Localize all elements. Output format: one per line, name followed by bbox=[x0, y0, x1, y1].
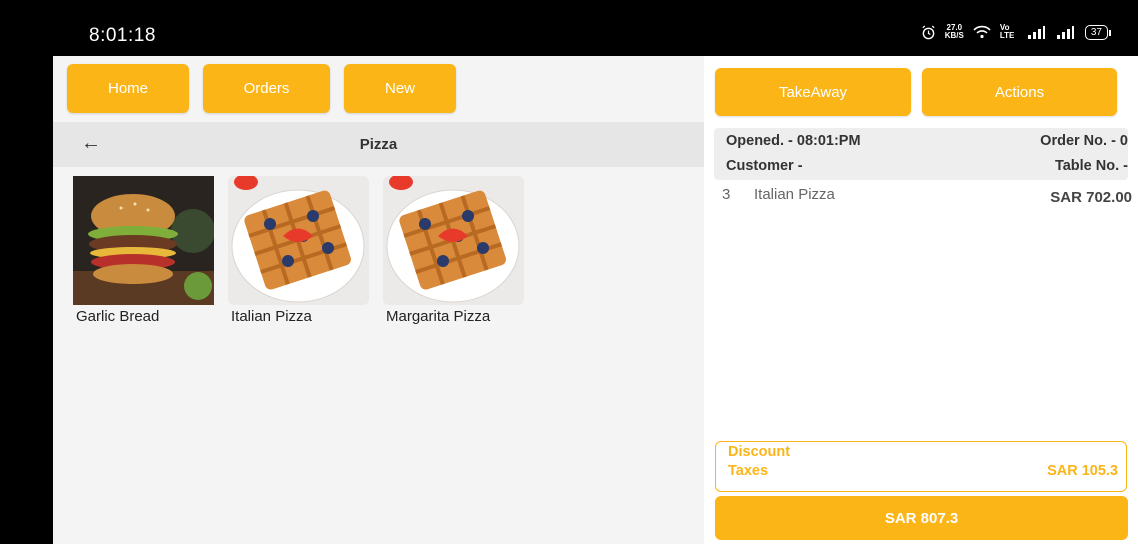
taxes-label: Taxes bbox=[728, 463, 769, 479]
burger-image bbox=[73, 176, 214, 305]
volte-indicator: Vo LTE bbox=[999, 23, 1015, 40]
waffle-image bbox=[383, 176, 524, 305]
status-time: 8:01:18 bbox=[89, 25, 156, 46]
total-pay-button[interactable]: SAR 807.3 bbox=[715, 496, 1128, 540]
item-quantity: 3 bbox=[722, 186, 731, 203]
item-name: Italian Pizza bbox=[754, 186, 835, 203]
alarm-icon bbox=[922, 25, 935, 39]
order-panel: TakeAway Actions Opened. - 08:01:PM Orde… bbox=[704, 56, 1138, 544]
home-button[interactable]: Home bbox=[67, 64, 189, 113]
waffle-image bbox=[228, 176, 369, 305]
battery-icon: 37 bbox=[1084, 24, 1112, 40]
pos-app: Home Orders New ← Pizza Garlic Bread Ita… bbox=[53, 56, 1138, 544]
category-header: ← Pizza bbox=[53, 122, 704, 167]
discount-label: Discount bbox=[728, 444, 791, 460]
wifi-icon bbox=[973, 25, 991, 39]
status-icons: 27.0 KB/S Vo LTE 37 bbox=[921, 23, 1112, 40]
orders-button[interactable]: Orders bbox=[203, 64, 330, 113]
status-bar: 8:01:18 27.0 KB/S Vo LTE 37 bbox=[0, 0, 1138, 56]
item-price: SAR 702.00 bbox=[1050, 189, 1132, 206]
product-card[interactable]: Garlic Bread bbox=[73, 176, 215, 325]
product-card[interactable]: Margarita Pizza bbox=[383, 176, 525, 325]
signal-icon bbox=[1027, 26, 1045, 39]
menu-panel: Home Orders New ← Pizza Garlic Bread Ita… bbox=[53, 56, 704, 544]
signal-icon-2 bbox=[1056, 26, 1074, 39]
order-summary: Discount Taxes SAR 105.3 bbox=[715, 441, 1127, 492]
product-name: Garlic Bread bbox=[76, 308, 160, 325]
product-card[interactable]: Italian Pizza bbox=[228, 176, 370, 325]
takeaway-button[interactable]: TakeAway bbox=[715, 68, 911, 116]
actions-button[interactable]: Actions bbox=[922, 68, 1117, 116]
new-button[interactable]: New bbox=[344, 64, 456, 113]
order-number: Order No. - 0 bbox=[1040, 133, 1128, 149]
customer-label: Customer - bbox=[726, 158, 803, 174]
opened-time: Opened. - 08:01:PM bbox=[726, 133, 861, 149]
order-header: Opened. - 08:01:PM Order No. - 0 Custome… bbox=[714, 128, 1128, 180]
table-number: Table No. - bbox=[1054, 158, 1128, 174]
product-name: Margarita Pizza bbox=[386, 308, 491, 325]
product-name: Italian Pizza bbox=[231, 308, 312, 325]
net-speed: 27.0 KB/S bbox=[944, 23, 964, 40]
taxes-value: SAR 105.3 bbox=[1047, 463, 1118, 479]
category-title: Pizza bbox=[359, 136, 398, 153]
